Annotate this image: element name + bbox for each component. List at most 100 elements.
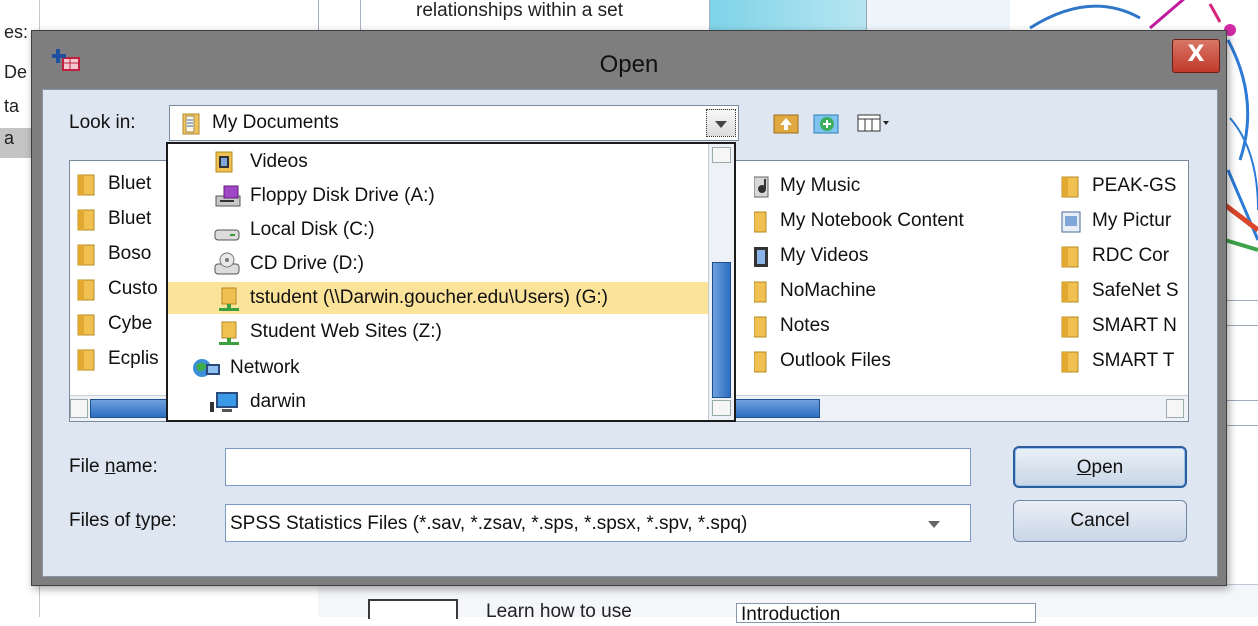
list-item[interactable]: Outlook Files [754,346,1054,376]
file-name: NoMachine [780,280,877,301]
dropdown-item-tstudent[interactable]: tstudent (\\Darwin.goucher.edu\Users) (G… [168,282,708,314]
music-folder-icon [754,176,769,198]
file-name: SMART N [1092,315,1177,336]
folder-icon [1061,176,1079,198]
list-item[interactable]: Custo [76,274,172,304]
list-item[interactable]: PEAK-GS [1060,171,1188,201]
folder-icon [1061,316,1079,338]
list-item[interactable]: SMART T [1060,346,1188,376]
files-of-type-label: Files of type: [69,510,177,531]
new-folder-icon[interactable] [811,109,841,137]
documents-folder-icon [182,113,200,135]
list-item[interactable]: Cybe [76,309,172,339]
close-button[interactable]: X [1172,39,1220,73]
file-name: My Music [780,175,861,196]
list-item[interactable]: SafeNet S [1060,276,1188,306]
folder-icon [754,316,767,338]
list-item[interactable]: My Pictur [1060,206,1188,236]
pictures-folder-icon [1061,211,1081,233]
dropdown-item-darwin[interactable]: darwin [168,386,708,418]
list-item[interactable]: Boso [76,239,172,269]
videos-folder-icon [215,151,233,173]
cancel-button[interactable]: Cancel [1013,500,1187,542]
list-item[interactable]: RDC Cor [1060,241,1188,271]
hard-disk-icon [214,229,240,241]
look-in-dropdown[interactable]: Videos Floppy Disk Drive (A:) Local Disk… [166,142,736,422]
scroll-right-icon[interactable] [1166,399,1184,418]
floppy-drive-icon [215,185,241,207]
folder-icon [77,209,95,231]
chevron-down-icon[interactable] [706,109,736,137]
list-item[interactable]: SMART N [1060,311,1188,341]
dropdown-item-label: darwin [250,391,306,412]
dropdown-item-cd-drive[interactable]: CD Drive (D:) [168,248,708,280]
list-item[interactable]: Ecplis [76,344,172,374]
background-divider [1226,400,1258,401]
folder-icon [754,351,767,373]
look-in-combobox[interactable]: My Documents [169,105,739,141]
title-bar[interactable]: Open X [32,31,1226,95]
folder-icon [754,211,767,233]
scroll-left-icon[interactable] [70,399,88,418]
folder-icon [77,244,95,266]
file-name-input[interactable] [225,448,971,486]
file-name: SafeNet S [1092,280,1179,301]
background-text: relationships within a set [416,0,623,21]
list-item[interactable]: Bluet [76,169,172,199]
background-bottom-strip: Learn how to use Introduction [318,584,1258,625]
list-item[interactable]: My Music [754,171,1054,201]
list-item[interactable]: My Notebook Content [754,206,1054,236]
files-of-type-select[interactable]: SPSS Statistics Files (*.sav, *.zsav, *.… [225,504,971,542]
vertical-scrollbar[interactable] [708,144,734,420]
files-of-type-value: SPSS Statistics Files (*.sav, *.zsav, *.… [230,513,748,534]
dropdown-item-label: Local Disk (C:) [250,219,375,240]
view-menu-icon[interactable] [855,109,895,137]
background-text: Learn how to use [486,601,632,622]
folder-icon [1061,281,1079,303]
network-icon [193,359,220,377]
folder-icon [77,174,95,196]
background-text: ta [4,96,20,116]
dropdown-item-label: Student Web Sites (Z:) [250,321,442,342]
background-divider [1226,425,1258,426]
folder-icon [1061,246,1079,268]
background-divider [1226,300,1258,301]
background-tile [368,599,458,619]
file-name: My Videos [780,245,869,266]
dropdown-item-student-web-sites[interactable]: Student Web Sites (Z:) [168,316,708,348]
folder-icon [1061,351,1079,373]
dropdown-item-videos[interactable]: Videos [168,146,708,178]
dropdown-item-floppy[interactable]: Floppy Disk Drive (A:) [168,180,708,212]
list-item[interactable]: Bluet [76,204,172,234]
file-name: Ecplis [108,348,159,369]
file-name: RDC Cor [1092,245,1170,266]
open-button[interactable]: Open [1013,446,1187,488]
file-name-label: File name: [69,456,158,477]
dropdown-item-network[interactable]: Network [168,352,708,384]
scroll-up-icon[interactable] [712,147,731,163]
cd-drive-icon [214,252,240,275]
chevron-down-icon[interactable] [928,521,940,528]
scroll-down-icon[interactable] [712,400,731,416]
file-name: Boso [108,243,152,264]
folder-icon [77,349,95,371]
file-name: PEAK-GS [1092,175,1177,196]
dropdown-item-label: CD Drive (D:) [250,253,364,274]
folder-icon [754,281,767,303]
up-folder-icon[interactable] [771,109,801,137]
look-in-value: My Documents [212,112,339,133]
dropdown-item-local-disk[interactable]: Local Disk (C:) [168,214,708,246]
file-name: Cybe [108,313,153,334]
dropdown-item-label: tstudent (\\Darwin.goucher.edu\Users) (G… [250,287,608,308]
computer-icon [210,392,238,412]
scrollbar-thumb[interactable] [712,262,731,398]
list-item[interactable]: My Videos [754,241,1054,271]
dropdown-item-label: Floppy Disk Drive (A:) [250,185,435,206]
file-name: Bluet [108,173,152,194]
file-name: My Pictur [1092,210,1172,231]
list-item[interactable]: NoMachine [754,276,1054,306]
file-name: Outlook Files [780,350,891,371]
list-item[interactable]: Notes [754,311,1054,341]
network-drive-icon [219,321,239,345]
file-name: SMART T [1092,350,1175,371]
